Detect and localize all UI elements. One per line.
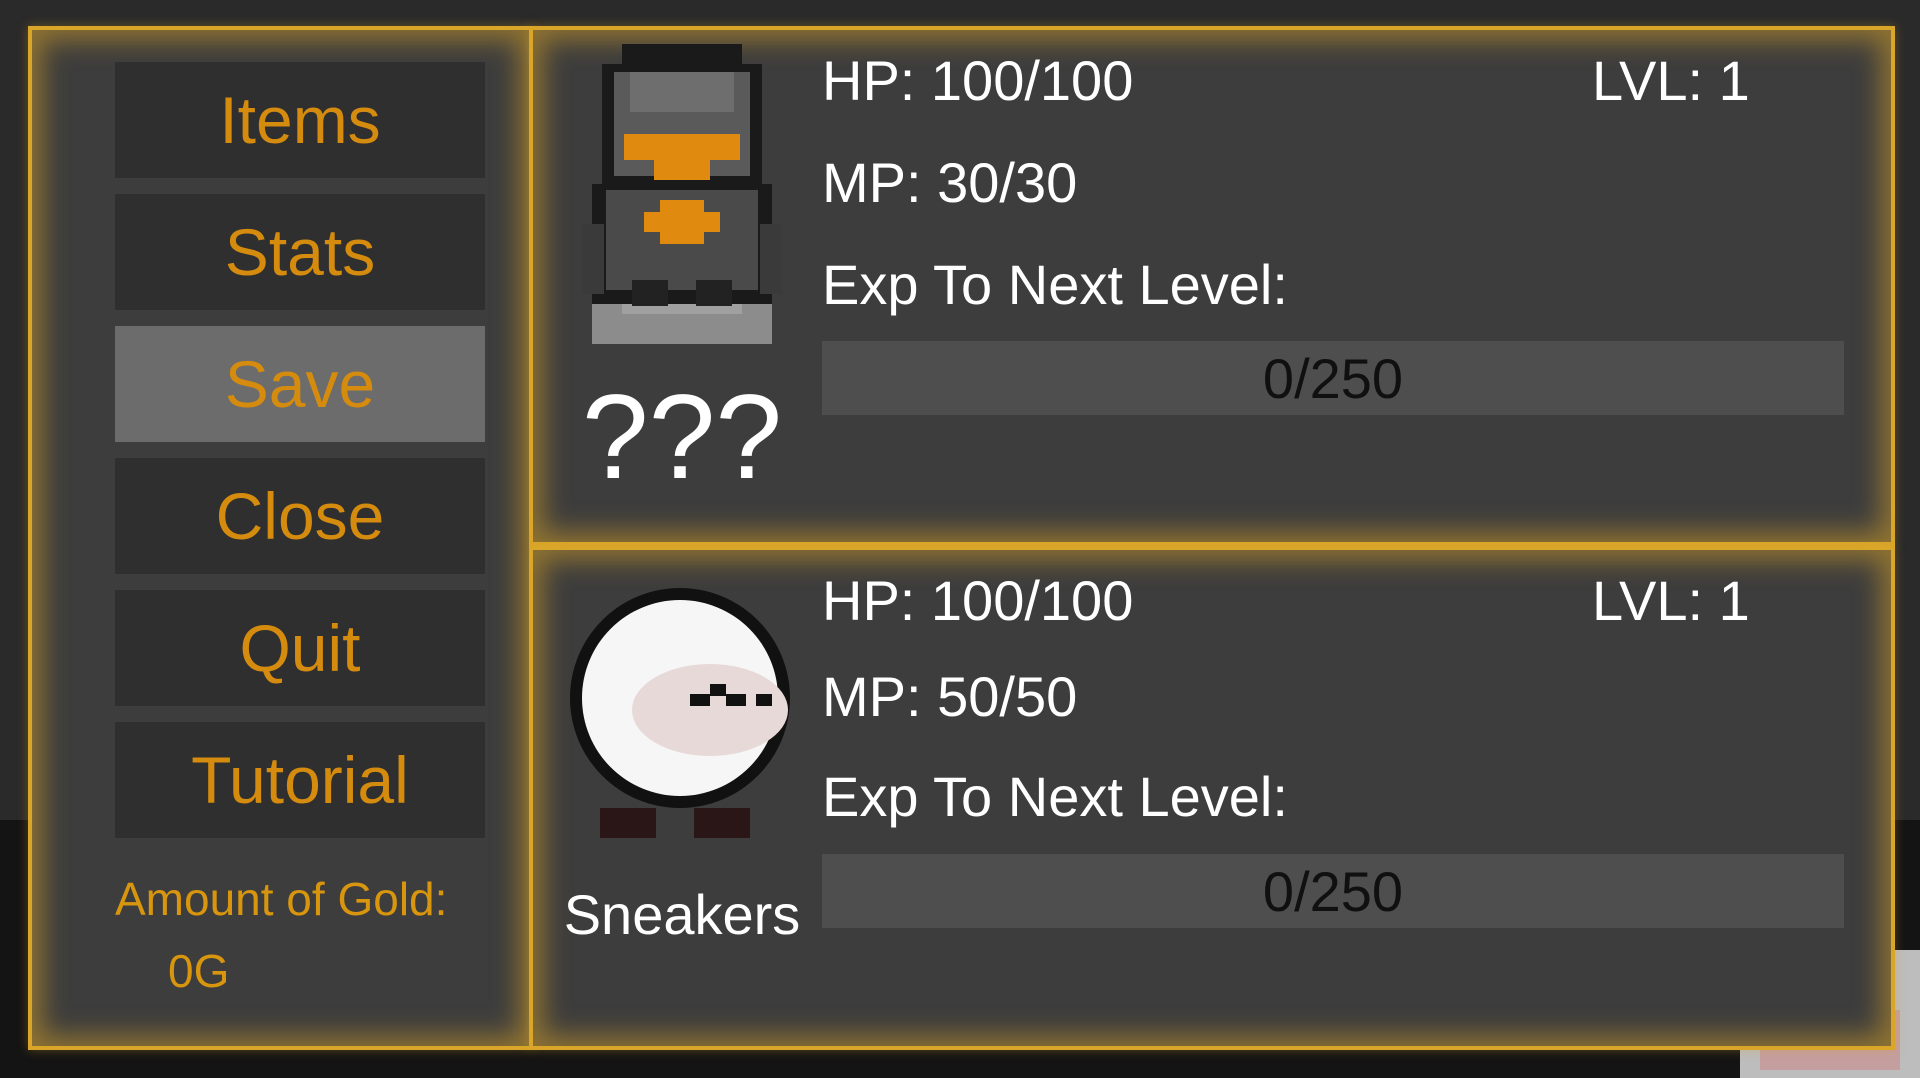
hp-label: HP: 100/100 [822, 569, 1134, 632]
gold-value: 0G [168, 945, 230, 997]
exp-progress-bar: 0/250 [822, 341, 1844, 415]
level-label: LVL: 1 [1592, 49, 1750, 112]
tutorial-button[interactable]: Tutorial [115, 722, 485, 838]
stats-button[interactable]: Stats [115, 194, 485, 310]
white-ghost-sprite-icon [570, 588, 790, 838]
save-button[interactable]: Save [115, 326, 485, 442]
quit-button[interactable]: Quit [115, 590, 485, 706]
hp-label: HP: 100/100 [822, 49, 1134, 112]
exp-progress-text: 0/250 [1262, 859, 1404, 923]
exp-progress-text: 0/250 [1262, 346, 1404, 410]
mp-label: MP: 50/50 [822, 665, 1078, 728]
exp-label: Exp To Next Level: [822, 253, 1288, 316]
items-button[interactable]: Items [115, 62, 485, 178]
armored-knight-sprite-icon [582, 44, 782, 344]
exp-label: Exp To Next Level: [822, 765, 1288, 828]
close-button[interactable]: Close [115, 458, 485, 574]
character-name: Sneakers [563, 883, 801, 946]
mp-label: MP: 30/30 [822, 151, 1078, 214]
gold-label: Amount of Gold: [115, 873, 448, 925]
character-name: ??? [581, 370, 783, 504]
level-label: LVL: 1 [1592, 569, 1750, 632]
exp-progress-bar: 0/250 [822, 854, 1844, 928]
